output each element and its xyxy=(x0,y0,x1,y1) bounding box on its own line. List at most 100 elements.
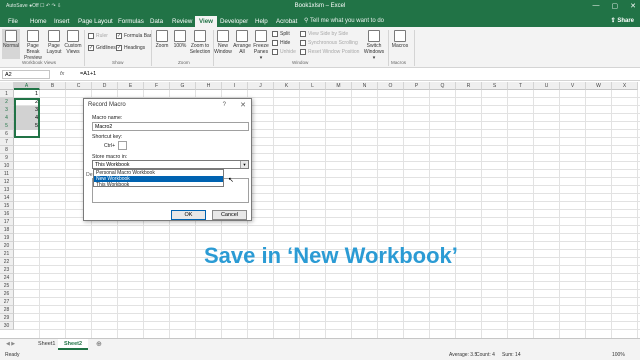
tab-developer[interactable]: Developer xyxy=(216,16,252,27)
row-header[interactable]: 24 xyxy=(0,274,14,282)
column-header[interactable]: R xyxy=(456,82,482,90)
close-icon[interactable]: ✕ xyxy=(630,2,636,10)
status-zoom[interactable]: 100% xyxy=(612,352,625,358)
store-macro-select[interactable]: This Workbook ▼ xyxy=(92,160,249,169)
tab-data[interactable]: Data xyxy=(146,16,167,27)
select-all-corner[interactable] xyxy=(0,82,14,90)
row-header[interactable]: 30 xyxy=(0,322,14,330)
row-header[interactable]: 20 xyxy=(0,242,14,250)
column-header[interactable]: C xyxy=(66,82,92,90)
column-header[interactable]: L xyxy=(300,82,326,90)
cancel-button[interactable]: Cancel xyxy=(212,210,247,220)
close-icon[interactable]: ✕ xyxy=(240,101,246,109)
column-header[interactable]: S xyxy=(482,82,508,90)
row-header[interactable]: 18 xyxy=(0,226,14,234)
share-button[interactable]: ⇪ Share xyxy=(611,17,634,24)
row-header[interactable]: 2 xyxy=(0,98,14,106)
column-header[interactable]: K xyxy=(274,82,300,90)
option-this-workbook[interactable]: This Workbook xyxy=(94,182,223,188)
column-header[interactable]: Q xyxy=(430,82,456,90)
column-header[interactable]: M xyxy=(326,82,352,90)
tab-view[interactable]: View xyxy=(195,16,217,27)
normal-view-button[interactable]: Normal xyxy=(2,29,20,59)
cell-a1[interactable]: 1 xyxy=(14,90,40,98)
formula-input[interactable]: =A1+1 xyxy=(80,71,96,77)
column-header[interactable]: W xyxy=(586,82,612,90)
column-header[interactable]: J xyxy=(248,82,274,90)
column-header[interactable]: E xyxy=(118,82,144,90)
view-side-by-side-button[interactable]: View Side by Side xyxy=(300,31,348,37)
row-header[interactable]: 26 xyxy=(0,290,14,298)
column-header[interactable]: H xyxy=(196,82,222,90)
tab-formulas[interactable]: Formulas xyxy=(114,16,148,27)
column-header[interactable]: G xyxy=(170,82,196,90)
row-header[interactable]: 17 xyxy=(0,218,14,226)
help-icon[interactable]: ? xyxy=(223,102,226,108)
sheet-tab-sheet2[interactable]: Sheet2 xyxy=(58,339,89,350)
split-button[interactable]: Split xyxy=(272,31,290,37)
tell-me-search[interactable]: ⚲ Tell me what you want to do xyxy=(304,17,384,24)
arrange-all-button[interactable]: Arrange All xyxy=(233,30,251,55)
row-header[interactable]: 28 xyxy=(0,306,14,314)
name-box[interactable]: A2 xyxy=(2,70,50,79)
row-header[interactable]: 12 xyxy=(0,178,14,186)
row-header[interactable]: 29 xyxy=(0,314,14,322)
column-header[interactable]: O xyxy=(378,82,404,90)
row-header[interactable]: 11 xyxy=(0,170,14,178)
row-header[interactable]: 14 xyxy=(0,194,14,202)
page-layout-view-button[interactable]: Page Layout xyxy=(46,30,62,55)
tab-help[interactable]: Help xyxy=(251,16,272,27)
row-header[interactable]: 27 xyxy=(0,298,14,306)
fx-icon[interactable]: fx xyxy=(60,71,64,77)
freeze-panes-button[interactable]: Freeze Panes ▾ xyxy=(252,30,270,61)
minimize-icon[interactable]: — xyxy=(593,2,600,10)
row-header[interactable]: 6 xyxy=(0,130,14,138)
column-header[interactable]: T xyxy=(508,82,534,90)
page-break-preview-button[interactable]: Page Break Preview xyxy=(22,30,44,61)
row-header[interactable]: 5 xyxy=(0,122,14,130)
row-header[interactable]: 4 xyxy=(0,114,14,122)
macro-name-input[interactable]: Macro2 xyxy=(92,122,249,131)
column-header[interactable]: I xyxy=(222,82,248,90)
reset-window-position-button[interactable]: Reset Window Position xyxy=(300,49,359,55)
row-header[interactable]: 21 xyxy=(0,250,14,258)
column-header[interactable]: V xyxy=(560,82,586,90)
column-header[interactable]: F xyxy=(144,82,170,90)
tab-page-layout[interactable]: Page Layout xyxy=(74,16,117,27)
add-sheet-icon[interactable]: ⊕ xyxy=(96,340,102,348)
column-header[interactable]: P xyxy=(404,82,430,90)
column-header[interactable]: N xyxy=(352,82,378,90)
formula-bar-checkbox[interactable]: ✓ Formula Bar xyxy=(116,33,152,39)
tab-file[interactable]: File xyxy=(4,16,22,27)
custom-views-button[interactable]: Custom Views xyxy=(64,30,82,55)
tab-review[interactable]: Review xyxy=(168,16,196,27)
tab-insert[interactable]: Insert xyxy=(50,16,73,27)
row-header[interactable]: 9 xyxy=(0,154,14,162)
switch-windows-button[interactable]: Switch Windows ▾ xyxy=(362,30,386,61)
headings-checkbox[interactable]: ✓ Headings xyxy=(116,45,145,51)
row-header[interactable]: 10 xyxy=(0,162,14,170)
shortcut-key-input[interactable] xyxy=(118,141,127,150)
gridlines-checkbox[interactable]: ✓ Gridlines xyxy=(88,45,116,51)
unhide-button[interactable]: Unhide xyxy=(272,49,296,55)
row-header[interactable]: 15 xyxy=(0,202,14,210)
row-header[interactable]: 13 xyxy=(0,186,14,194)
tab-home[interactable]: Home xyxy=(26,16,51,27)
row-header[interactable]: 1 xyxy=(0,90,14,98)
zoom-100-button[interactable]: 100% xyxy=(172,30,188,49)
ok-button[interactable]: OK xyxy=(171,210,206,220)
column-header[interactable]: A xyxy=(14,82,40,90)
row-header[interactable]: 23 xyxy=(0,266,14,274)
row-header[interactable]: 8 xyxy=(0,146,14,154)
synchronous-scrolling-button[interactable]: Synchronous Scrolling xyxy=(300,40,358,46)
row-header[interactable]: 7 xyxy=(0,138,14,146)
tab-acrobat[interactable]: Acrobat xyxy=(272,16,301,27)
zoom-to-selection-button[interactable]: Zoom to Selection xyxy=(189,30,211,55)
column-header[interactable]: B xyxy=(40,82,66,90)
sheet-nav-icon[interactable]: ◀ ▶ xyxy=(6,341,15,347)
row-header[interactable]: 3 xyxy=(0,106,14,114)
row-header[interactable]: 19 xyxy=(0,234,14,242)
macros-button[interactable]: Macros xyxy=(390,30,410,49)
row-header[interactable]: 16 xyxy=(0,210,14,218)
new-window-button[interactable]: New Window xyxy=(214,30,232,55)
